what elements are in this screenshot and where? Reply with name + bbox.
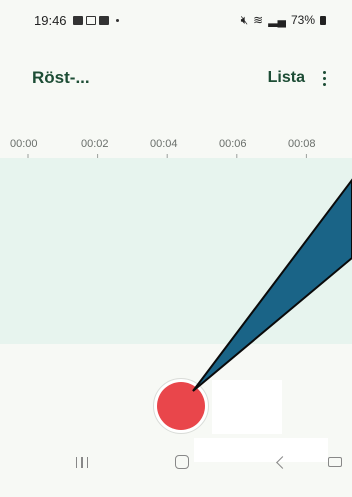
blank-panel <box>212 380 282 434</box>
recents-icon[interactable] <box>70 450 94 474</box>
keyboard-icon[interactable] <box>322 450 348 474</box>
page-title: Röst-... <box>32 68 90 87</box>
more-vert-icon[interactable] <box>319 69 330 88</box>
mute-icon: 🔇︎ <box>240 12 249 27</box>
back-icon[interactable] <box>266 450 294 474</box>
record-button[interactable] <box>153 378 209 434</box>
app-actions: Lista <box>268 69 330 88</box>
image-icon <box>72 15 83 25</box>
home-icon[interactable] <box>168 450 196 474</box>
time-label: 00:00 <box>10 138 38 150</box>
status-left: 19:46 <box>34 13 119 28</box>
calendar-icon <box>85 15 96 25</box>
app-bar: Röst-... Lista <box>0 58 352 98</box>
wifi-icon: ≋ <box>253 13 264 27</box>
time-label: 00:06 <box>219 138 247 150</box>
signal-icon: ▂▄ <box>268 13 286 27</box>
waveform-area <box>0 158 352 344</box>
notification-icons <box>72 15 119 25</box>
time-label: 00:02 <box>81 138 109 150</box>
list-button[interactable]: Lista <box>268 69 305 87</box>
status-right: 🔇︎ ≋ ▂▄ 73% <box>241 13 326 28</box>
dot-icon <box>115 18 119 22</box>
battery-level: 73% <box>290 13 315 27</box>
status-bar: 19:46 🔇︎ ≋ ▂▄ 73% <box>0 0 352 40</box>
battery-icon <box>320 15 326 25</box>
time-label: 00:04 <box>150 138 178 150</box>
facebook-icon <box>98 15 109 25</box>
nav-bar <box>0 446 352 497</box>
record-icon <box>157 382 205 430</box>
time-label: 00:08 <box>288 138 316 150</box>
status-time: 19:46 <box>34 12 67 28</box>
